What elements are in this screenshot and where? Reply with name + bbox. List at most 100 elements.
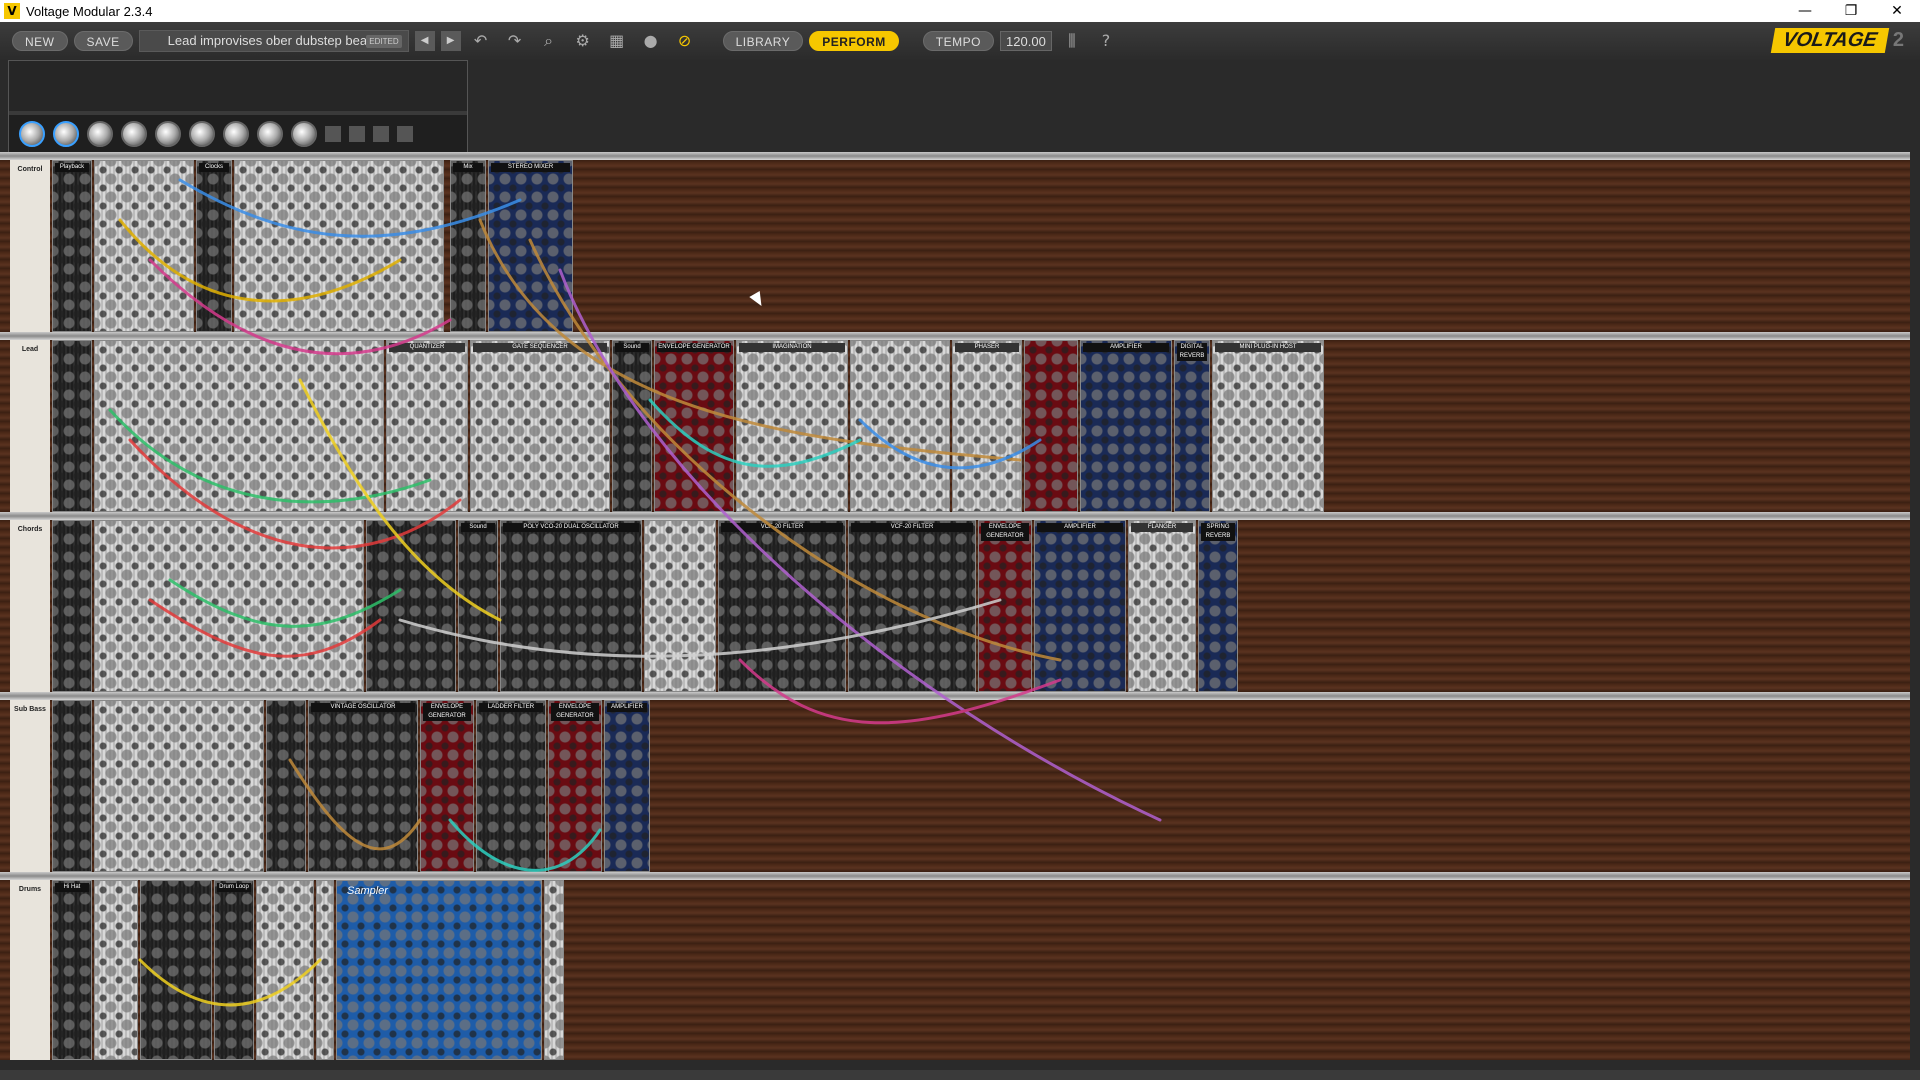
module-sound[interactable] — [266, 700, 306, 872]
module-poly-vco[interactable]: POLY VCO-20 DUAL OSCILLATOR — [500, 520, 642, 692]
rack-rail — [0, 872, 1910, 880]
minimize-button[interactable]: — — [1782, 0, 1828, 22]
bottom-scrollbar[interactable] — [0, 1070, 1920, 1080]
module-switch[interactable] — [544, 880, 564, 1060]
module-pitch-gate[interactable] — [52, 520, 92, 692]
knob[interactable] — [189, 121, 215, 147]
module-amplifier[interactable]: AMPLIFIER — [1080, 340, 1172, 512]
preset-name: Lead improvises ober dubstep beat — [167, 33, 371, 48]
rack-rail — [0, 332, 1910, 340]
module-vintage-oscillator[interactable]: VINTAGE OSCILLATOR — [308, 700, 418, 872]
module-sequencers[interactable] — [94, 160, 194, 332]
rack-row-drums: Drums Hi Hat Drum Loop Sampler — [0, 880, 1910, 1060]
module-pitch-swing[interactable] — [94, 880, 138, 1060]
rack-row-lead: Lead QUANTIZER GATE SEQUENCER Sound ENVE… — [0, 340, 1910, 512]
module-vcf-20-b[interactable]: VCF-20 FILTER — [848, 520, 976, 692]
module-envelope[interactable]: ENVELOPE GENERATOR — [654, 340, 734, 512]
rack-workspace[interactable]: Control Playback Clocks Mix STEREO MIXER… — [0, 60, 1920, 1070]
module-digital-reverb[interactable]: DIGITAL REVERB — [1174, 340, 1210, 512]
knob[interactable] — [53, 121, 79, 147]
module-envelope[interactable]: ENVELOPE GENERATOR — [420, 700, 474, 872]
module-trigger[interactable] — [140, 880, 212, 1060]
help-icon[interactable]: ? — [1092, 27, 1120, 55]
window-title: Voltage Modular 2.3.4 — [26, 3, 153, 19]
knob[interactable] — [121, 121, 147, 147]
row-label: Control — [10, 160, 50, 332]
module-toggle[interactable] — [316, 880, 334, 1060]
performance-panel — [8, 60, 468, 153]
module-pitch-gate[interactable] — [52, 340, 92, 512]
module-envelope-2[interactable]: ENVELOPE GENERATOR — [548, 700, 602, 872]
module-sound[interactable]: Sound — [612, 340, 652, 512]
next-preset-button[interactable]: ▶ — [440, 31, 461, 51]
knob-strip — [9, 115, 467, 153]
module-sound[interactable]: Sound — [458, 520, 498, 692]
grid-icon[interactable]: ▦ — [603, 27, 631, 55]
module-mix[interactable]: Mix — [450, 160, 486, 332]
module-playback[interactable]: Playback — [52, 160, 92, 332]
main-toolbar: NEW SAVE Lead improvises ober dubstep be… — [0, 22, 1920, 60]
preset-name-field[interactable]: Lead improvises ober dubstep beat EDITED — [138, 30, 409, 52]
module-envelope-2[interactable] — [1024, 340, 1078, 512]
module-plugin-host[interactable]: MINI PLUG-IN HOST — [1212, 340, 1324, 512]
cable-icon[interactable]: ⊘ — [671, 27, 699, 55]
close-button[interactable]: ✕ — [1874, 0, 1920, 22]
module-stereo-mixer[interactable]: STEREO MIXER — [488, 160, 573, 332]
row-label: Drums — [10, 880, 50, 1060]
save-button[interactable]: SAVE — [73, 31, 133, 51]
knob[interactable] — [257, 121, 283, 147]
module-mono-poly[interactable] — [366, 520, 456, 692]
perform-button[interactable]: PERFORM — [809, 31, 899, 51]
rack-rail — [0, 512, 1910, 520]
prev-preset-button[interactable]: ◀ — [414, 31, 435, 51]
knob[interactable] — [155, 121, 181, 147]
module-beats[interactable] — [234, 160, 444, 332]
knob[interactable] — [87, 121, 113, 147]
midi-icon[interactable]: ⫼ — [1058, 27, 1086, 55]
module-polyphonic-unison[interactable] — [644, 520, 716, 692]
zoom-icon[interactable]: ⌕ — [535, 27, 563, 55]
row-label: Lead — [10, 340, 50, 512]
title-bar: V Voltage Modular 2.3.4 — ❐ ✕ — [0, 0, 1920, 22]
module-drum-loop[interactable]: Drum Loop — [214, 880, 254, 1060]
row-label: Chords — [10, 520, 50, 692]
module-boolean-logic[interactable] — [256, 880, 314, 1060]
library-button[interactable]: LIBRARY — [722, 31, 804, 51]
module-sampler[interactable]: Sampler — [336, 880, 542, 1060]
knob[interactable] — [291, 121, 317, 147]
gear-icon[interactable]: ⚙ — [569, 27, 597, 55]
module-vcf-20-a[interactable]: VCF-20 FILTER — [718, 520, 846, 692]
module-quantizer[interactable]: QUANTIZER — [386, 340, 468, 512]
control-strip — [9, 61, 467, 111]
module-gate-sequencer[interactable]: GATE SEQUENCER — [470, 340, 610, 512]
module-amplifier[interactable]: AMPLIFIER — [1034, 520, 1126, 692]
module-envelope[interactable]: ENVELOPE GENERATOR — [978, 520, 1032, 692]
tempo-input[interactable]: 120.00 — [999, 31, 1052, 51]
module-lead-seq[interactable] — [94, 340, 384, 512]
pad-button[interactable] — [349, 126, 365, 142]
module-hi-hat[interactable]: Hi Hat — [52, 880, 92, 1060]
maximize-button[interactable]: ❐ — [1828, 0, 1874, 22]
pad-button[interactable] — [373, 126, 389, 142]
module-bass-seq[interactable] — [94, 700, 264, 872]
undo-icon[interactable]: ↶ — [467, 27, 495, 55]
module-chord-seq[interactable] — [94, 520, 364, 692]
rack-row-sub-bass: Sub Bass VINTAGE OSCILLATOR ENVELOPE GEN… — [0, 700, 1910, 872]
module-flanger[interactable]: FLANGER — [1128, 520, 1196, 692]
module-phaser[interactable]: PHASER — [952, 340, 1022, 512]
redo-icon[interactable]: ↷ — [501, 27, 529, 55]
module-amplifier[interactable]: AMPLIFIER — [604, 700, 650, 872]
knob[interactable] — [223, 121, 249, 147]
module-clocks[interactable]: Clocks — [196, 160, 232, 332]
color-wheel-icon[interactable]: ● — [637, 27, 665, 55]
voltage-logo: VOLTAGE 2 — [1770, 28, 1904, 53]
module-imagination[interactable]: IMAGINATION — [736, 340, 848, 512]
new-button[interactable]: NEW — [12, 31, 68, 51]
pad-button[interactable] — [325, 126, 341, 142]
module-pitch-gate[interactable] — [52, 700, 92, 872]
module-ladder-filter[interactable]: LADDER FILTER — [476, 700, 546, 872]
module-spring-reverb[interactable]: SPRING REVERB — [1198, 520, 1238, 692]
knob[interactable] — [19, 121, 45, 147]
pad-button[interactable] — [397, 126, 413, 142]
module-lfo[interactable] — [850, 340, 950, 512]
